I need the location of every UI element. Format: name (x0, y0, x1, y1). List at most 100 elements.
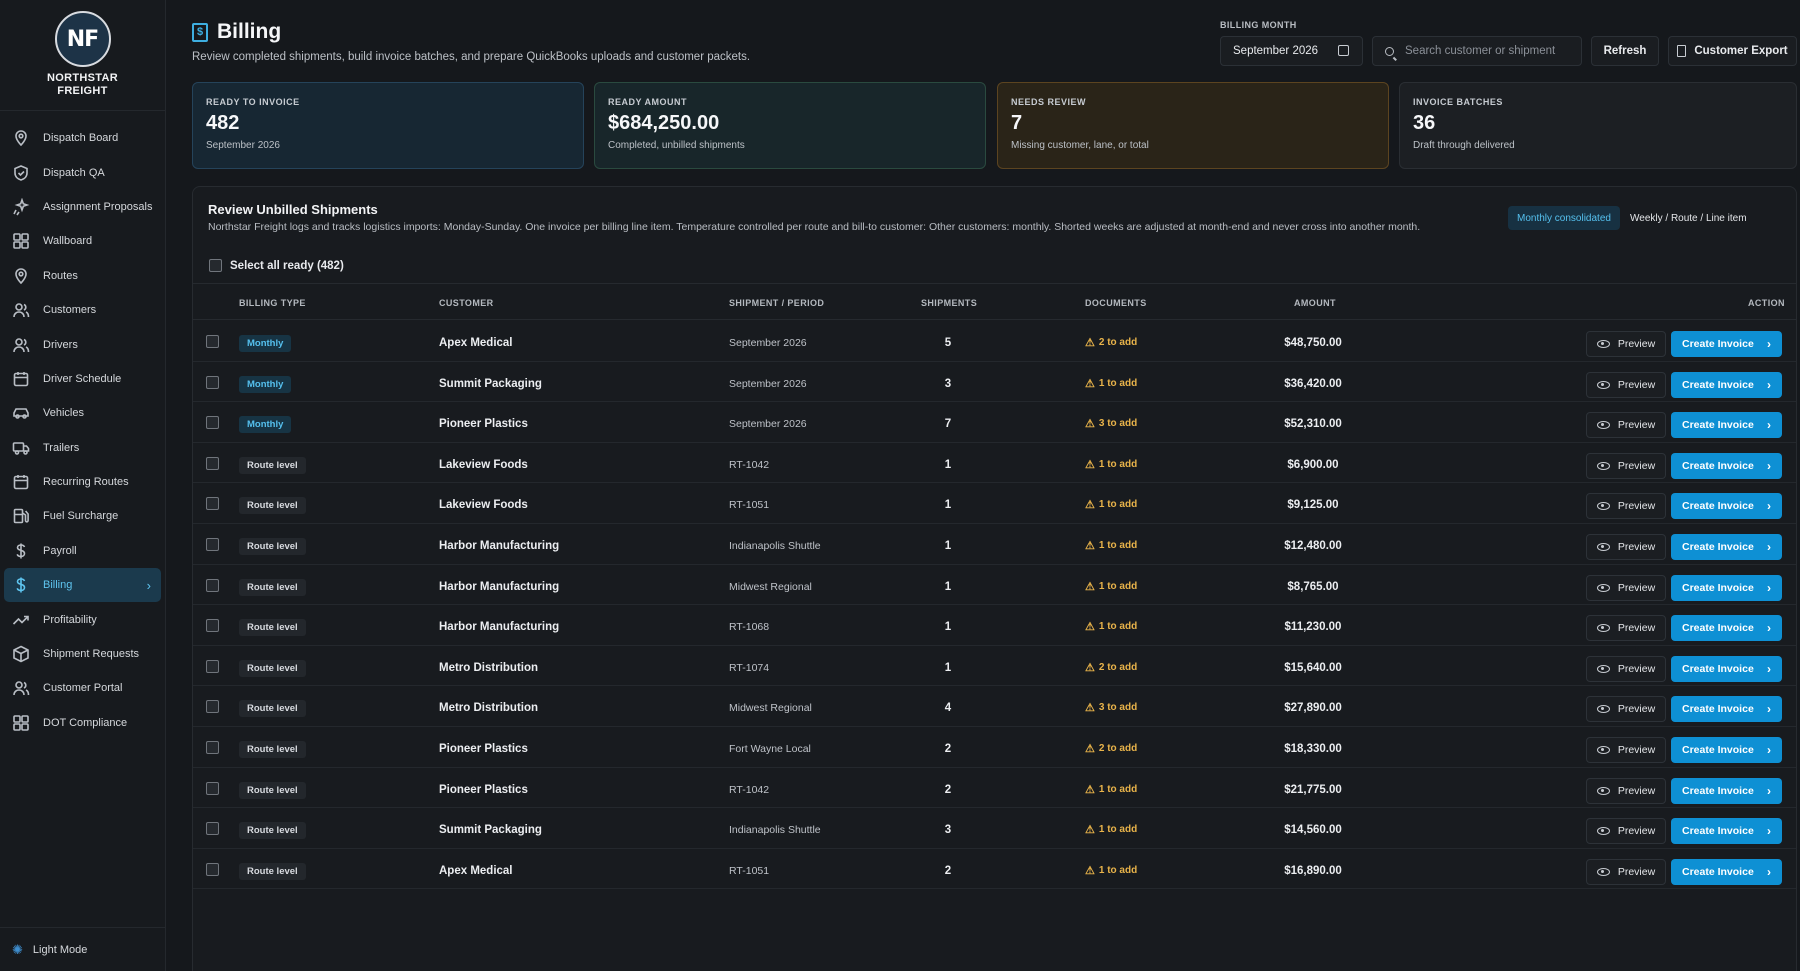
sidebar-item-vehicles[interactable]: Vehicles (4, 396, 161, 430)
sidebar-item-recurring-routes[interactable]: Recurring Routes (4, 465, 161, 499)
row-checkbox[interactable] (206, 700, 219, 714)
sidebar-item-dispatch-board[interactable]: Dispatch Board (4, 121, 161, 155)
light-mode-toggle[interactable]: ✺ Light Mode (0, 927, 165, 971)
create-invoice-button[interactable]: Create Invoice › (1671, 858, 1782, 885)
row-checkbox[interactable] (206, 416, 219, 430)
select-all-checkbox[interactable] (209, 259, 222, 272)
preview-button[interactable]: Preview (1586, 818, 1666, 845)
table-row: Route level Summit Packaging Indianapolis … (193, 808, 1796, 849)
create-invoice-button[interactable]: Create Invoice › (1671, 737, 1782, 763)
row-checkbox[interactable] (206, 822, 219, 836)
row-checkbox[interactable] (206, 497, 219, 511)
preview-button[interactable]: Preview (1586, 412, 1666, 439)
row-checkbox[interactable] (206, 578, 219, 592)
refresh-button[interactable]: Refresh (1591, 36, 1659, 66)
mode-monthly-consolidated[interactable]: Monthly consolidated (1508, 206, 1620, 230)
brand-logo[interactable]: NF NORTHSTAR FREIGHT (0, 0, 165, 111)
row-checkbox[interactable] (206, 538, 219, 551)
kpi-subtext: Missing customer, lane, or total (1011, 140, 1149, 151)
sidebar-item-customers[interactable]: Customers (4, 293, 161, 327)
create-invoice-button[interactable]: Create Invoice › (1671, 371, 1782, 398)
preview-button[interactable]: Preview (1586, 493, 1666, 520)
table-row: Route level Harbor Manufacturing Midwest R… (193, 565, 1796, 606)
create-invoice-button[interactable]: Create Invoice › (1671, 655, 1782, 682)
preview-label: Preview (1617, 744, 1656, 756)
sidebar-item-driver-schedule[interactable]: Driver Schedule (4, 362, 161, 396)
shipment-period: Fort Wayne Local (729, 743, 811, 755)
create-invoice-button[interactable]: Create Invoice › (1671, 777, 1782, 804)
row-checkbox[interactable] (206, 335, 219, 348)
select-all-ready[interactable]: Select all ready (482) (209, 259, 344, 272)
sidebar-item-fuel-surcharge[interactable]: Fuel Surcharge (4, 499, 161, 533)
preview-button[interactable]: Preview (1586, 777, 1666, 804)
preview-button[interactable]: Preview (1586, 574, 1666, 601)
sidebar-item-shipment-requests[interactable]: Shipment Requests (4, 637, 161, 671)
create-invoice-button[interactable]: Create Invoice › (1671, 818, 1782, 845)
preview-label: Preview (1617, 784, 1656, 797)
create-invoice-button[interactable]: Create Invoice › (1671, 615, 1782, 642)
documents-status: ⚠ 1 to add (1085, 620, 1137, 633)
amount: $11,230.00 (1284, 621, 1342, 634)
sidebar-item-routes[interactable]: Routes (4, 259, 161, 293)
shipment-period: September 2026 (729, 337, 807, 349)
billing-type-badge: Route level (239, 659, 306, 677)
billing-month-picker[interactable]: September 2026 (1220, 36, 1363, 66)
documents-status: ⚠ 2 to add (1085, 336, 1137, 349)
mode-weekly-route-line-item[interactable]: Weekly / Route / Line item (1621, 206, 1756, 230)
create-invoice-button[interactable]: Create Invoice › (1671, 412, 1782, 439)
preview-button[interactable]: Preview (1586, 655, 1666, 682)
chevron-right-icon: › (1767, 743, 1771, 757)
shipment-count: 1 (944, 458, 952, 471)
billing-month-value: September 2026 (1233, 45, 1319, 57)
sidebar-item-billing[interactable]: Billing › (4, 568, 161, 603)
customer-name: Pioneer Plastics (439, 783, 528, 796)
preview-button[interactable]: Preview (1586, 534, 1666, 560)
row-checkbox[interactable] (206, 456, 219, 470)
preview-button[interactable]: Preview (1586, 452, 1666, 479)
preview-button[interactable]: Preview (1586, 331, 1666, 357)
preview-button[interactable]: Preview (1586, 858, 1666, 885)
search-input[interactable]: Search customer or shipment (1372, 36, 1582, 66)
sidebar-item-dot-compliance[interactable]: DOT Compliance (4, 706, 161, 740)
row-checkbox[interactable] (206, 375, 219, 389)
create-invoice-button[interactable]: Create Invoice › (1671, 331, 1782, 357)
chevron-right-icon: › (1767, 783, 1771, 798)
preview-button[interactable]: Preview (1586, 737, 1666, 763)
sidebar-item-trailers[interactable]: Trailers (4, 431, 161, 465)
preview-label: Preview (1617, 378, 1656, 391)
sidebar-item-label: Recurring Routes (43, 476, 129, 489)
shipment-count: 2 (944, 783, 952, 796)
create-invoice-button[interactable]: Create Invoice › (1671, 534, 1782, 560)
customer-export-button[interactable]: Customer Export (1668, 36, 1797, 66)
sidebar-item-dispatch-qa[interactable]: Dispatch QA (4, 155, 161, 189)
grid-icon (13, 233, 29, 250)
row-checkbox[interactable] (206, 741, 219, 754)
sidebar-item-label: Drivers (43, 338, 78, 351)
create-invoice-button[interactable]: Create Invoice › (1671, 574, 1782, 601)
amount: $48,750.00 (1284, 337, 1342, 349)
kpi-invoice-batches: INVOICE BATCHES 36 Draft through deliver… (1399, 82, 1797, 169)
sidebar-item-label: Shipment Requests (43, 648, 139, 661)
shipment-count: 3 (944, 824, 952, 837)
preview-button[interactable]: Preview (1586, 615, 1666, 642)
create-invoice-button[interactable]: Create Invoice › (1671, 493, 1782, 520)
sidebar-item-profitability[interactable]: Profitability (4, 602, 161, 636)
row-checkbox[interactable] (206, 659, 219, 673)
sidebar-item-drivers[interactable]: Drivers (4, 327, 161, 361)
documents-text: 2 to add (1098, 743, 1138, 754)
documents-text: 2 to add (1098, 661, 1138, 673)
row-checkbox[interactable] (206, 619, 219, 633)
row-checkbox[interactable] (206, 781, 219, 795)
amount: $21,775.00 (1284, 783, 1342, 796)
create-invoice-button[interactable]: Create Invoice › (1671, 696, 1782, 723)
logo-mark: NF (54, 11, 111, 67)
preview-button[interactable]: Preview (1586, 696, 1666, 723)
sidebar-item-wallboard[interactable]: Wallboard (4, 224, 161, 258)
row-checkbox[interactable] (206, 862, 219, 876)
preview-button[interactable]: Preview (1586, 371, 1666, 398)
sidebar-item-customer-portal[interactable]: Customer Portal (4, 671, 161, 705)
create-invoice-button[interactable]: Create Invoice › (1671, 452, 1782, 479)
sidebar-item-payroll[interactable]: Payroll (4, 534, 161, 568)
sidebar-item-label: Profitability (43, 613, 97, 626)
sidebar-item-assignment-proposals[interactable]: Assignment Proposals (4, 190, 161, 224)
